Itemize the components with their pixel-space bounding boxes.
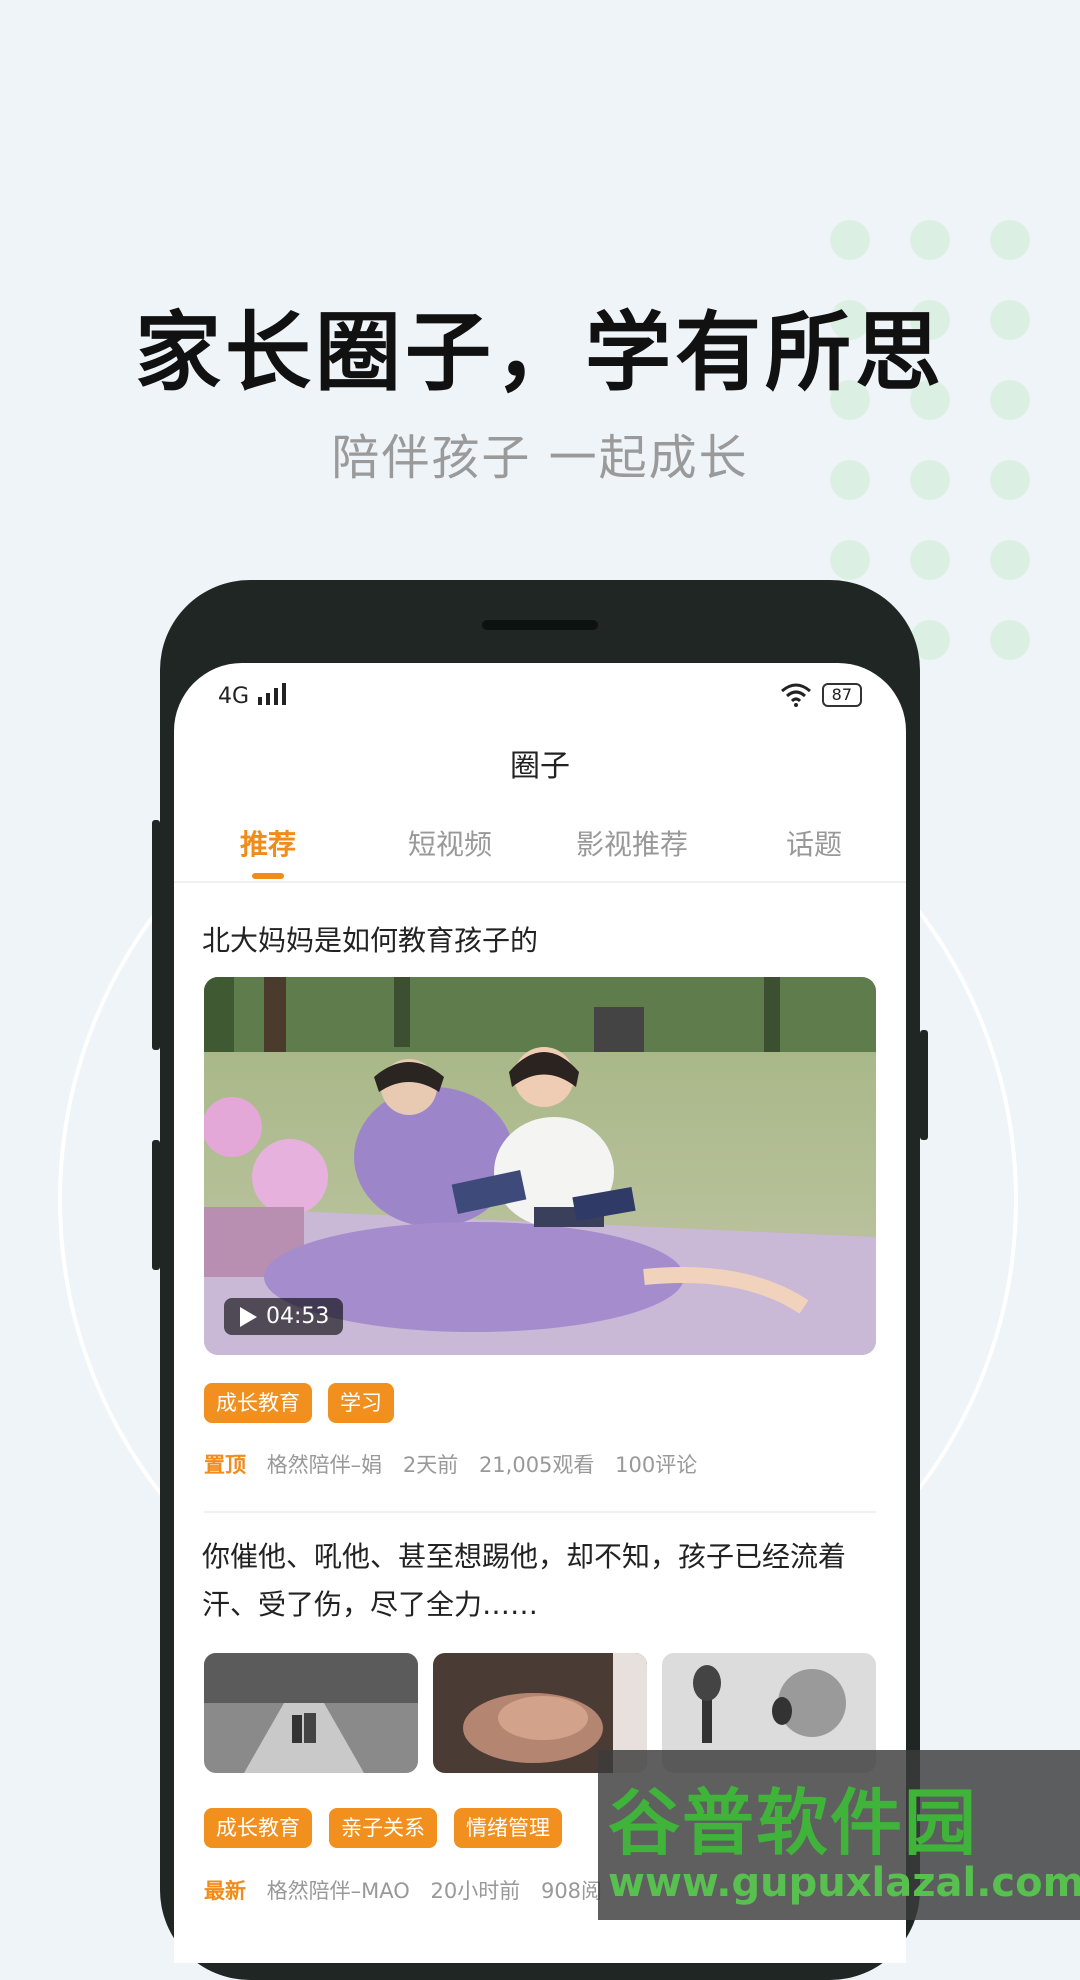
- tab-topics[interactable]: 话题: [724, 823, 904, 863]
- post-views: 21,005观看: [478, 1453, 595, 1477]
- network-label: 4G: [218, 684, 250, 709]
- phone-speaker: [482, 620, 598, 630]
- signal-icon: [258, 683, 287, 705]
- network-indicator: 4G: [218, 683, 287, 709]
- watermark-url: www.gupuxlazal.com: [608, 1860, 1080, 1906]
- post-divider: [204, 1511, 876, 1513]
- road-photo: [204, 1653, 418, 1773]
- pinned-badge: 置顶: [204, 1453, 246, 1477]
- tab-recommended[interactable]: 推荐: [178, 823, 358, 863]
- page-title: 圈子: [510, 749, 570, 784]
- phone-side-button: [152, 1140, 160, 1270]
- post-author[interactable]: 格然陪伴–MAO: [267, 1879, 410, 1903]
- post-image[interactable]: [204, 1653, 418, 1773]
- latest-badge: 最新: [204, 1879, 246, 1903]
- tag-growth-education[interactable]: 成长教育: [204, 1383, 312, 1423]
- watermark: 谷普软件园 www.gupuxlazal.com: [598, 1750, 1080, 1920]
- tag-parent-child[interactable]: 亲子关系: [329, 1808, 437, 1848]
- hero-subtitle: 陪伴孩子 一起成长: [331, 430, 749, 486]
- post-comments: 100评论: [615, 1453, 698, 1477]
- tag-growth-education[interactable]: 成长教育: [204, 1808, 312, 1848]
- active-tab-indicator: [252, 873, 284, 879]
- tab-divider: [174, 881, 906, 883]
- post-title[interactable]: 北大妈妈是如何教育孩子的: [202, 917, 878, 965]
- phone-side-button: [152, 820, 160, 1050]
- battery-indicator: 87: [821, 683, 862, 707]
- post-title[interactable]: 你催他、吼他、甚至想踢他，却不知，孩子已经流着汗、受了伤，尽了全力……: [202, 1533, 878, 1629]
- tab-short-video[interactable]: 短视频: [360, 823, 540, 863]
- post-meta: 最新 格然陪伴–MAO 20小时前 908阅: [204, 1875, 616, 1905]
- video-duration: 04:53: [224, 1298, 344, 1335]
- duration-label: 04:53: [266, 1304, 330, 1329]
- tab-movie-recommend[interactable]: 影视推荐: [542, 823, 722, 863]
- play-icon: [240, 1306, 257, 1327]
- post-meta: 置顶 格然陪伴–娟 2天前 21,005观看 100评论: [204, 1449, 711, 1479]
- post-time: 20小时前: [430, 1879, 521, 1903]
- watermark-name: 谷普软件园: [608, 1781, 979, 1865]
- post-views: 908阅: [540, 1879, 603, 1903]
- post-author[interactable]: 格然陪伴–娟: [267, 1453, 383, 1477]
- status-bar: 4G 87: [218, 683, 862, 713]
- wifi-icon: [780, 683, 811, 707]
- post-time: 2天前: [402, 1453, 459, 1477]
- tag-learning[interactable]: 学习: [328, 1383, 394, 1423]
- hero-headline: 家长圈子，学有所思: [135, 303, 945, 403]
- video-thumbnail[interactable]: 04:53: [204, 977, 876, 1355]
- tag-emotion-management[interactable]: 情绪管理: [454, 1808, 562, 1848]
- phone-side-button: [920, 1030, 928, 1140]
